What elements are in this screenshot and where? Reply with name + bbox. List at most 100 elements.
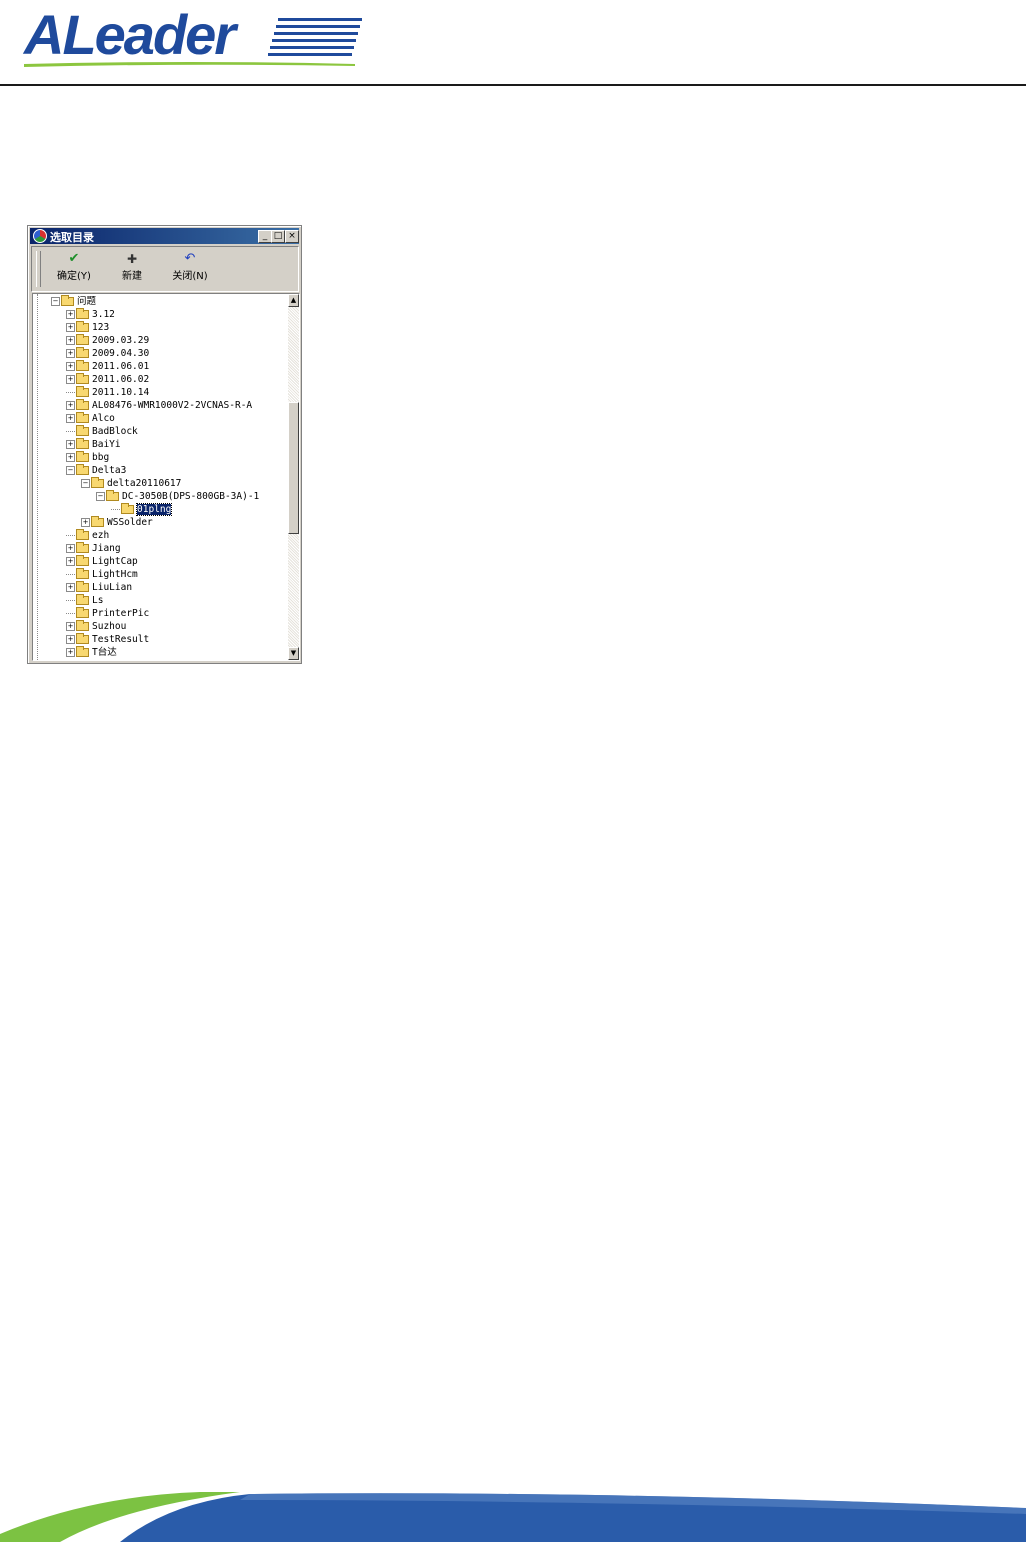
tree-node[interactable]: +123 [66,321,109,334]
expand-icon[interactable]: + [66,557,75,566]
tree-connector [66,392,75,393]
tree-node-label: LightCap [92,556,138,567]
tree-node-label: Suzhou [92,621,127,632]
folder-icon [76,568,89,579]
new-folder-button[interactable]: ✚ 新建 [112,251,152,287]
tree-node[interactable]: Ls [66,594,103,607]
tree-node-label: 01plng [135,503,173,516]
tree-node-label: LightHcm [92,569,138,580]
maximize-button[interactable]: □ [271,230,285,243]
select-directory-dialog: 选取目录 _ □ × ✔ 确定(Y) ✚ 新建 ↶ 关闭(N) − 问题 +3.12… [27,225,302,664]
scroll-down-button[interactable]: ▼ [288,647,299,660]
expand-icon[interactable]: + [66,635,75,644]
tree-node-label: 2009.04.30 [92,348,150,359]
expand-icon[interactable]: + [66,414,75,423]
tree-node[interactable]: ezh [66,529,109,542]
collapse-icon[interactable]: − [66,466,75,475]
tree-node[interactable]: + LightCap [66,555,138,568]
tree-node[interactable]: +3.12 [66,308,115,321]
tree-node[interactable]: + T台达 [66,646,117,659]
tree-node[interactable]: + BaiYi [66,438,121,451]
tree-node[interactable]: +2009.04.30 [66,347,149,360]
expand-icon[interactable]: + [81,518,90,527]
tree-node-label: Alco [92,413,115,424]
expand-icon[interactable]: + [66,453,75,462]
tree-node[interactable]: LightHcm [66,568,138,581]
tree-node[interactable]: − DC-3050B(DPS-800GB-3A)-1 [96,490,259,503]
expand-icon[interactable]: + [66,375,75,384]
expand-icon[interactable]: + [66,622,75,631]
expand-icon[interactable]: + [66,349,75,358]
tree-node[interactable]: PrinterPic [66,607,149,620]
minimize-button[interactable]: _ [258,230,272,243]
tree-node-label: PrinterPic [92,608,150,619]
scroll-up-button[interactable]: ▲ [288,294,299,307]
tree-connector [66,613,75,614]
collapse-icon[interactable]: − [51,297,60,306]
tree-node[interactable]: 01plng [111,503,173,516]
tree-node[interactable]: + TestResult [66,633,149,646]
expand-icon[interactable]: + [66,544,75,553]
tree-node-label: AL08476-WMR1000V2-2VCNAS-R-A [92,400,253,411]
tree-node-label: Jiang [92,543,121,554]
expand-icon[interactable]: + [66,336,75,345]
folder-icon [76,308,89,319]
expand-icon[interactable]: + [66,362,75,371]
folder-icon [76,464,89,475]
expand-icon[interactable]: + [66,648,75,657]
tree-node[interactable]: BadBlock [66,425,138,438]
folder-icon [76,620,89,631]
dialog-toolbar: ✔ 确定(Y) ✚ 新建 ↶ 关闭(N) [31,246,299,292]
tree-node[interactable]: + WSSolder [81,516,153,529]
toolbar-grip[interactable] [36,251,41,287]
vertical-scrollbar[interactable]: ▲ ▼ [288,294,299,660]
tree-node[interactable]: +2009.03.29 [66,334,149,347]
tree-node-label: ezh [92,530,110,541]
tree-node[interactable]: + Jiang [66,542,121,555]
close-button-label: 关闭(N) [172,271,208,282]
dialog-title: 选取目录 [50,231,94,244]
tree-node-label: BaiYi [92,439,121,450]
tree-node-label: BadBlock [92,426,138,437]
tree-node[interactable]: + bbg [66,451,109,464]
tree-node-label: TestResult [92,634,150,645]
tree-node[interactable]: +2011.06.01 [66,360,149,373]
collapse-icon[interactable]: − [81,479,90,488]
tree-content: − 问题 +3.12 +123 +2009.03.29 +2009.04.30 +2011.… [33,294,288,660]
directory-tree[interactable]: − 问题 +3.12 +123 +2009.03.29 +2009.04.30 +2011.… [32,293,300,661]
tree-node[interactable]: 2011.10.14 [66,386,149,399]
tree-node-label: 问题 [77,296,97,307]
folder-icon [76,594,89,605]
tree-node[interactable]: + LiuLian [66,581,132,594]
folder-icon [76,581,89,592]
tree-node[interactable]: + AL08476-WMR1000V2-2VCNAS-R-A [66,399,252,412]
folder-icon [76,425,89,436]
tree-connector [66,431,75,432]
undo-icon: ↶ [184,251,196,266]
tree-connector [111,509,120,510]
folder-icon [76,334,89,345]
scroll-thumb[interactable] [288,402,299,534]
tree-node[interactable]: + Alco [66,412,115,425]
dialog-titlebar[interactable]: 选取目录 _ □ × [30,228,299,244]
plus-icon: ✚ [126,252,138,266]
tree-node[interactable]: − 问题 [51,295,96,308]
close-button[interactable]: ↶ 关闭(N) [168,251,212,287]
expand-icon[interactable]: + [66,583,75,592]
tree-connector [66,600,75,601]
collapse-icon[interactable]: − [96,492,105,501]
tree-node-label: delta20110617 [107,478,182,489]
tree-node[interactable]: +2011.06.02 [66,373,149,386]
tree-node[interactable]: + Suzhou [66,620,126,633]
ok-button[interactable]: ✔ 确定(Y) [52,251,96,287]
expand-icon[interactable]: + [66,310,75,319]
folder-icon [76,386,89,397]
expand-icon[interactable]: + [66,401,75,410]
tree-node-label: WSSolder [107,517,153,528]
expand-icon[interactable]: + [66,323,75,332]
expand-icon[interactable]: + [66,440,75,449]
tree-node-label: Ls [92,595,104,606]
tree-node[interactable]: − Delta3 [66,464,126,477]
close-window-button[interactable]: × [285,230,299,243]
tree-node[interactable]: − delta20110617 [81,477,181,490]
